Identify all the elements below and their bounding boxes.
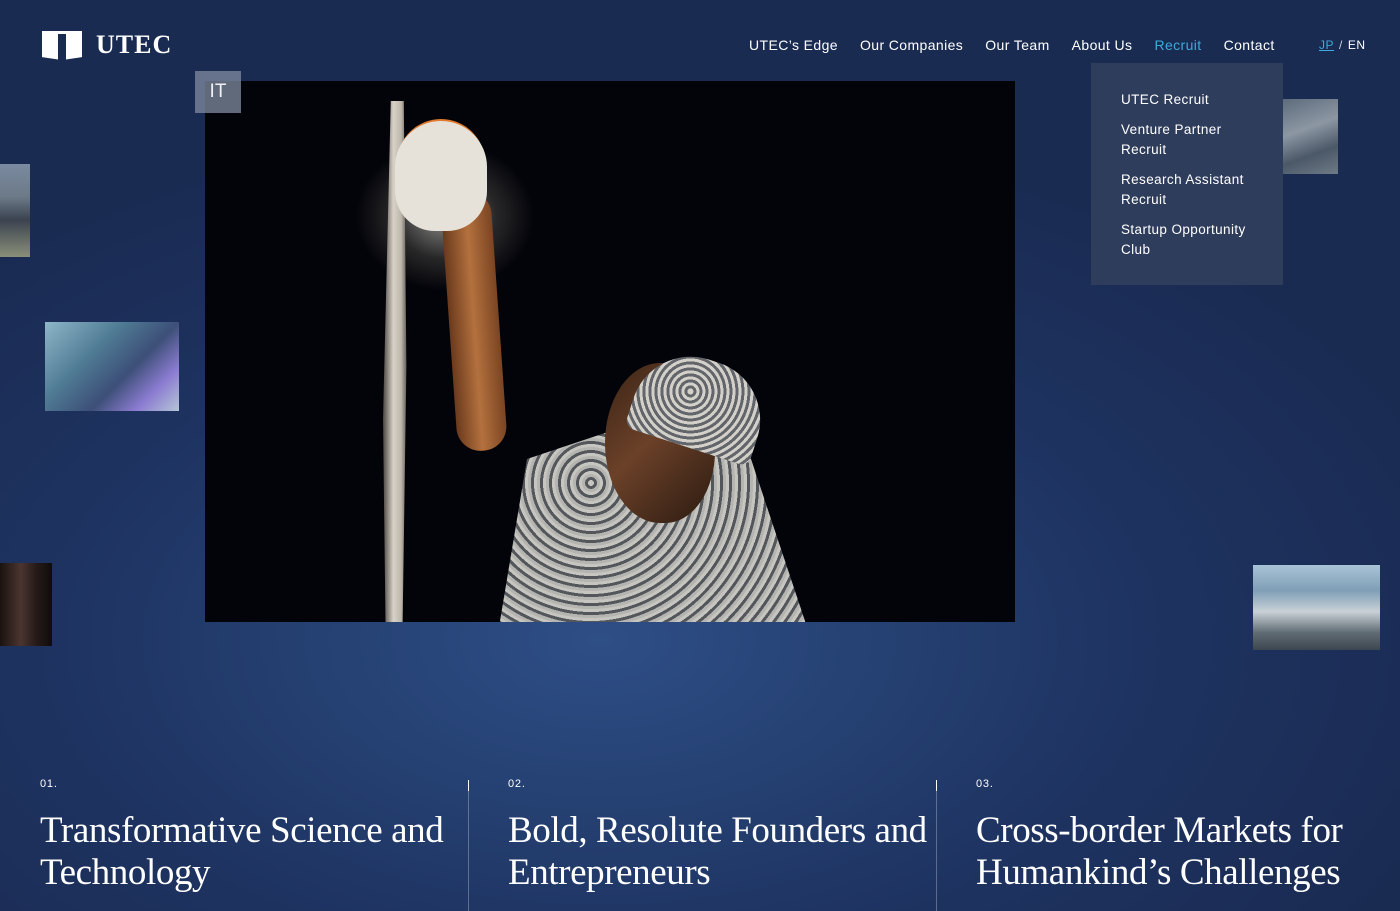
nav-recruit[interactable]: Recruit — [1154, 37, 1201, 53]
nav-about-us[interactable]: About Us — [1072, 37, 1133, 53]
menu-item-research-assistant-recruit[interactable]: Research Assistant Recruit — [1121, 170, 1271, 210]
category-tag: IT — [195, 71, 241, 113]
pillar-title: Bold, Resolute Founders and Entrepreneur… — [508, 810, 927, 893]
pillar-1[interactable]: 01. Transformative Science and Technolog… — [40, 778, 470, 894]
menu-item-startup-opportunity-club[interactable]: Startup Opportunity Club — [1121, 220, 1271, 260]
pillar-3[interactable]: 03. Cross-border Markets for Humankind’s… — [976, 778, 1400, 894]
pillar-number: 02. — [508, 778, 526, 790]
nav-our-team[interactable]: Our Team — [985, 37, 1049, 53]
utec-logo-mark — [42, 30, 82, 60]
language-switcher: JP / EN — [1319, 38, 1366, 52]
thumbnail-dark-interior[interactable] — [0, 563, 52, 646]
recruit-dropdown-menu: UTEC Recruit Venture Partner Recruit Res… — [1091, 63, 1283, 285]
nav-utecs-edge[interactable]: UTEC’s Edge — [749, 37, 838, 53]
lang-en-link[interactable]: EN — [1348, 38, 1366, 52]
lang-jp-link[interactable]: JP — [1319, 38, 1334, 52]
lang-separator: / — [1339, 38, 1343, 52]
nav-contact[interactable]: Contact — [1224, 37, 1275, 53]
pillar-title: Transformative Science and Technology — [40, 810, 444, 893]
menu-item-utec-recruit[interactable]: UTEC Recruit — [1121, 90, 1271, 110]
menu-item-venture-partner-recruit[interactable]: Venture Partner Recruit — [1121, 120, 1271, 160]
brand-name: UTEC — [96, 30, 173, 59]
pillar-number: 03. — [976, 778, 994, 790]
main-nav: UTEC’s Edge Our Companies Our Team About… — [749, 37, 1297, 53]
thumbnail-medical-lab[interactable] — [45, 322, 179, 411]
nav-our-companies[interactable]: Our Companies — [860, 37, 963, 53]
hero-image — [205, 81, 1015, 622]
thumbnail-aircraft[interactable] — [0, 164, 30, 257]
pillar-title: Cross-border Markets for Humankind’s Cha… — [976, 810, 1343, 893]
thumbnail-industrial-site[interactable] — [1283, 99, 1338, 174]
pillar-2[interactable]: 02. Bold, Resolute Founders and Entrepre… — [508, 778, 938, 894]
thumbnail-power-plant[interactable] — [1253, 565, 1380, 650]
pillar-number: 01. — [40, 778, 58, 790]
utec-logo[interactable]: UTEC — [42, 30, 172, 60]
